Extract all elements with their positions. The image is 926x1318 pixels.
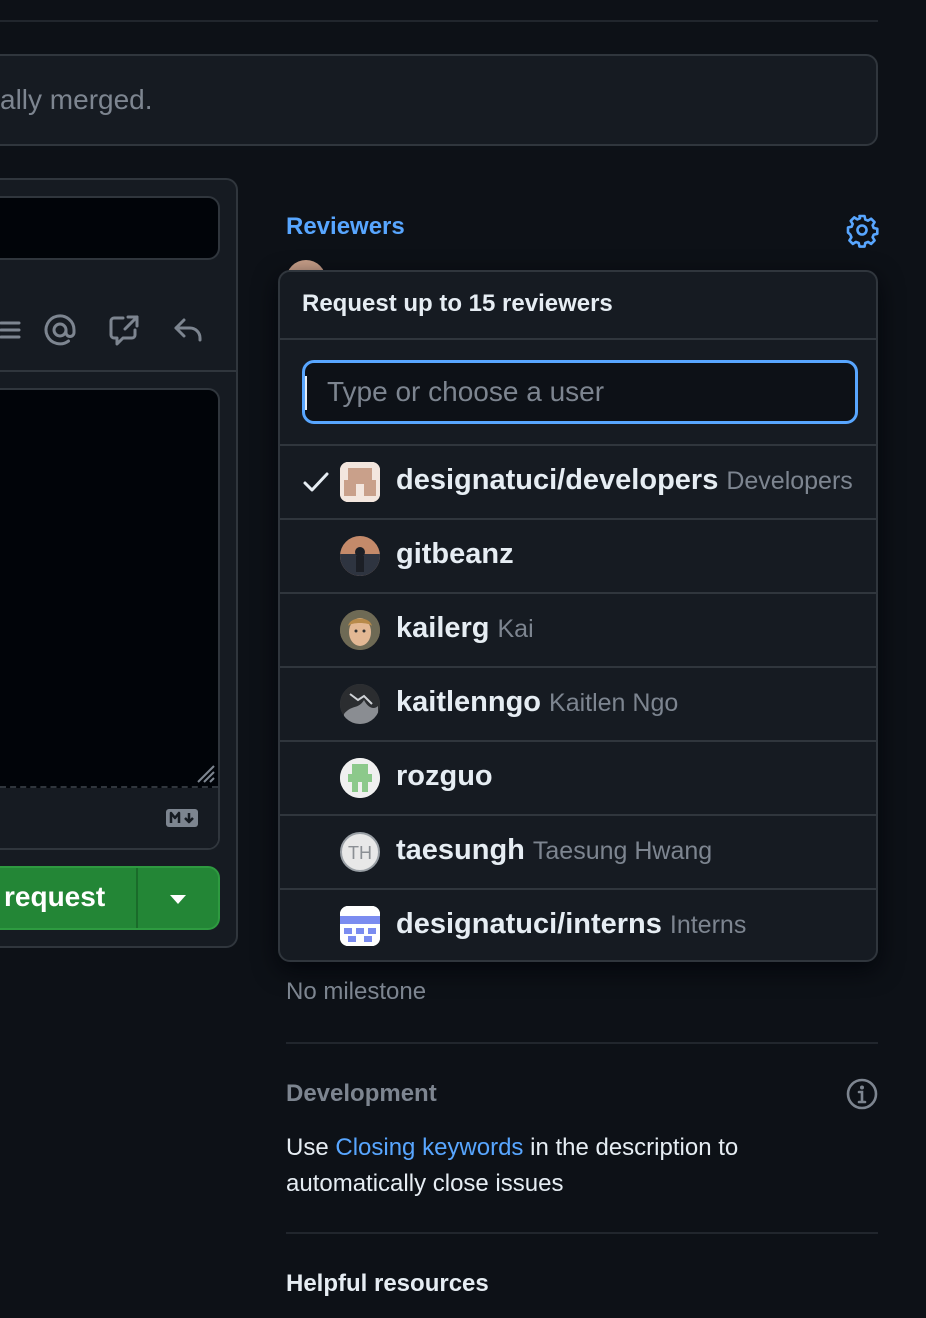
gitbeanz-avatar: [340, 536, 380, 576]
gear-icon[interactable]: [844, 212, 880, 248]
reviewer-name: Developers: [726, 467, 853, 495]
milestone-value: No milestone: [286, 978, 427, 1005]
helpful-resources-heading: Helpful resources: [286, 1270, 489, 1297]
taesungh-avatar: TH: [340, 832, 380, 872]
reviewer-option[interactable]: kailerg Kai: [280, 592, 876, 666]
reviewer-login: designatuci/developers Developers: [396, 464, 853, 496]
info-icon[interactable]: [844, 1076, 880, 1112]
svg-text:TH: TH: [348, 843, 372, 863]
sidebar-divider: [286, 1232, 878, 1234]
reviewer-search-input[interactable]: [327, 363, 847, 421]
reviewer-option[interactable]: designatuci/interns Interns: [280, 888, 876, 960]
cross-reference-icon[interactable]: [104, 310, 144, 350]
resize-handle-icon[interactable]: [192, 760, 216, 784]
split-button-divider: [136, 868, 138, 928]
reviewer-name: Kaitlen Ngo: [549, 689, 679, 717]
team-developers-avatar: [340, 462, 380, 502]
title-input[interactable]: [0, 196, 220, 260]
popover-title: Request up to 15 reviewers: [302, 290, 613, 317]
check-icon: [302, 470, 330, 494]
text-cursor: [305, 376, 307, 410]
reviewer-login: kaitlenngo Kaitlen Ngo: [396, 686, 679, 718]
development-description: Use Closing keywords in the description …: [286, 1134, 739, 1197]
reviewer-login: taesungh Taesung Hwang: [396, 834, 713, 866]
popover-title-divider: [280, 338, 876, 340]
sidebar-divider: [286, 1042, 878, 1044]
reviewer-option[interactable]: gitbeanz: [280, 518, 876, 592]
mention-icon[interactable]: [40, 310, 80, 350]
reviewer-option[interactable]: kaitlenngo Kaitlen Ngo: [280, 666, 876, 740]
reviewer-login: gitbeanz: [396, 538, 514, 570]
rozguo-avatar: [340, 758, 380, 798]
top-divider: [0, 20, 878, 22]
merge-notice-text: ally merged.: [0, 84, 153, 115]
kaitlenngo-avatar: [340, 684, 380, 724]
reviewer-option[interactable]: designatuci/developers Developers: [280, 444, 876, 518]
comment-textarea[interactable]: [0, 388, 220, 850]
reviewer-login: rozguo: [396, 760, 493, 792]
reviewer-login: designatuci/interns Interns: [396, 908, 747, 940]
closing-keywords-link[interactable]: Closing keywords: [335, 1134, 523, 1161]
reviewer-login: kailerg Kai: [396, 612, 534, 644]
reviewer-option[interactable]: TH taesungh Taesung Hwang: [280, 814, 876, 888]
reviewers-popover: Request up to 15 reviewers designatuci/d…: [278, 270, 878, 962]
reviewer-option[interactable]: rozguo: [280, 740, 876, 814]
kailerg-avatar: [340, 610, 380, 650]
create-pull-request-label: request: [4, 881, 106, 912]
reviewer-search-field[interactable]: [302, 360, 858, 424]
reviewer-name: Kai: [497, 615, 534, 643]
editor-footer-divider: [0, 786, 218, 788]
reply-icon[interactable]: [168, 310, 208, 350]
reviewers-heading[interactable]: Reviewers: [286, 213, 405, 241]
team-interns-avatar: [340, 906, 380, 946]
reviewer-name: Taesung Hwang: [532, 837, 713, 865]
markdown-icon[interactable]: [165, 808, 199, 828]
triangle-down-icon[interactable]: [170, 895, 186, 904]
reviewer-name: Interns: [669, 911, 747, 939]
list-icon[interactable]: [0, 310, 30, 350]
development-heading: Development: [286, 1080, 437, 1107]
toolbar-divider: [0, 370, 236, 372]
